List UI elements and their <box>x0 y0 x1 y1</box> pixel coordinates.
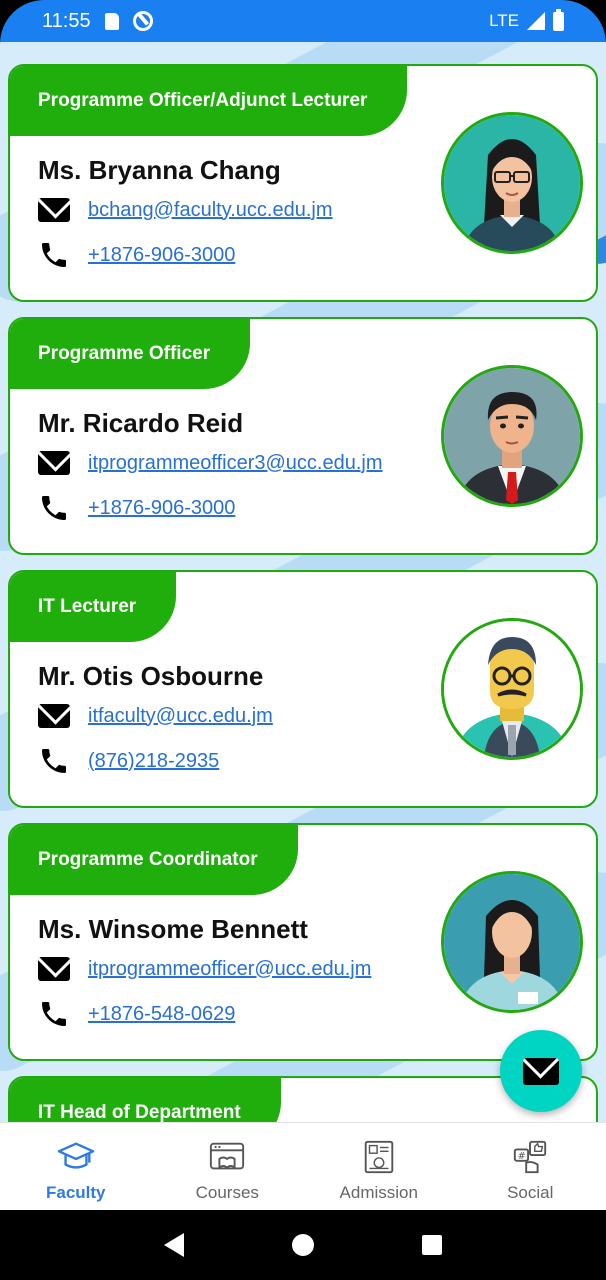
phone-row: +1876-906-3000 <box>38 239 235 271</box>
faculty-role: Programme Officer/Adjunct Lecturer <box>10 66 408 136</box>
nav-label: Faculty <box>45 1183 106 1202</box>
nav-label: Admission <box>339 1183 418 1202</box>
faculty-list[interactable]: Programme Officer/Adjunct Lecturer Ms. B… <box>0 42 606 1122</box>
phone-row: +1876-548-0629 <box>38 998 235 1030</box>
phone-icon <box>42 243 66 267</box>
mail-icon <box>38 957 70 981</box>
sd-card-icon <box>104 12 119 30</box>
email-link[interactable]: itfaculty@ucc.edu.jm <box>88 705 273 728</box>
phone-icon <box>42 496 66 520</box>
female-glasses-avatar <box>441 112 583 254</box>
email-row: itprogrammeofficer@ucc.edu.jm <box>38 957 371 981</box>
email-row: itfaculty@ucc.edu.jm <box>38 704 273 728</box>
network-type: LTE <box>489 11 519 30</box>
faculty-name: Ms. Bryanna Chang <box>38 155 281 185</box>
social-icon: # <box>514 1140 547 1174</box>
phone-icon <box>42 749 66 773</box>
faculty-card[interactable]: Programme Officer/Adjunct Lecturer Ms. B… <box>8 64 598 302</box>
phone-screen: 11:55 LTE Programme Officer/Adjunct Lect… <box>0 0 606 1280</box>
signal-icon <box>527 12 545 30</box>
mail-icon <box>38 198 70 222</box>
phone-row: (876)218-2935 <box>38 745 219 777</box>
phone-icon <box>42 1002 66 1026</box>
back-icon[interactable] <box>164 1233 184 1257</box>
battery-icon <box>553 8 564 31</box>
faculty-role: IT Lecturer <box>10 572 177 642</box>
admission-icon <box>364 1140 393 1174</box>
email-link[interactable]: bchang@faculty.ucc.edu.jm <box>88 199 333 222</box>
nav-item-admission[interactable]: Admission <box>303 1123 455 1210</box>
mail-icon <box>523 1057 559 1085</box>
nav-item-courses[interactable]: Courses <box>152 1123 304 1210</box>
faculty-name: Mr. Ricardo Reid <box>38 408 244 438</box>
system-navigation-bar <box>0 1210 606 1280</box>
faculty-role: Programme Coordinator <box>10 825 298 895</box>
email-link[interactable]: itprogrammeofficer3@ucc.edu.jm <box>88 452 383 475</box>
faculty-card[interactable]: IT Lecturer Mr. Otis Osbourne itfaculty@… <box>8 570 598 808</box>
mail-icon <box>38 704 70 728</box>
graduation-cap-icon <box>57 1142 95 1169</box>
male-glasses-avatar <box>441 618 583 760</box>
nav-item-social[interactable]: # Social <box>455 1123 606 1210</box>
sync-icon <box>132 11 153 31</box>
recent-apps-icon[interactable] <box>422 1235 442 1255</box>
bottom-navigation: Faculty Courses Admission # Social <box>0 1122 606 1210</box>
email-row: itprogrammeofficer3@ucc.edu.jm <box>38 451 383 475</box>
home-icon[interactable] <box>292 1234 314 1256</box>
courses-icon <box>210 1142 245 1170</box>
email-row: bchang@faculty.ucc.edu.jm <box>38 198 333 222</box>
status-time: 11:55 <box>42 9 91 32</box>
email-link[interactable]: itprogrammeofficer@ucc.edu.jm <box>88 958 371 981</box>
email-fab-button[interactable] <box>500 1030 582 1112</box>
male-suit-avatar <box>441 365 583 507</box>
phone-link[interactable]: +1876-548-0629 <box>88 1003 235 1026</box>
nav-item-faculty[interactable]: Faculty <box>0 1123 152 1210</box>
faculty-name: Ms. Winsome Bennett <box>38 914 308 944</box>
phone-link[interactable]: +1876-906-3000 <box>88 244 235 267</box>
faculty-role: IT Head of Department <box>10 1078 281 1122</box>
svg-text:#: # <box>518 1151 526 1162</box>
nav-label: Social <box>507 1183 554 1202</box>
phone-row: +1876-906-3000 <box>38 492 235 524</box>
phone-link[interactable]: (876)218-2935 <box>88 750 219 773</box>
faculty-name: Mr. Otis Osbourne <box>38 661 264 691</box>
status-bar: 11:55 LTE <box>0 0 606 42</box>
nav-label: Courses <box>195 1183 259 1202</box>
phone-link[interactable]: +1876-906-3000 <box>88 497 235 520</box>
faculty-role: Programme Officer <box>10 319 251 389</box>
faculty-card[interactable]: Programme Officer Mr. Ricardo Reid itpro… <box>8 317 598 555</box>
faculty-card[interactable]: Programme Coordinator Ms. Winsome Bennet… <box>8 823 598 1061</box>
female-badge-avatar <box>441 871 583 1013</box>
mail-icon <box>38 451 70 475</box>
